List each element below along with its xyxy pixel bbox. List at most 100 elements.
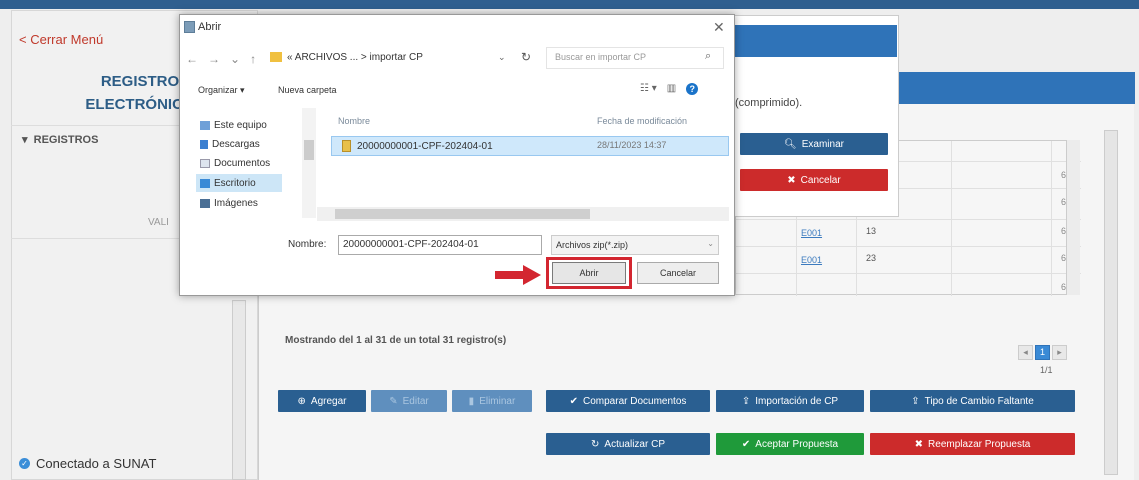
nav-item-label: Escritorio	[214, 177, 256, 189]
view-options-icon[interactable]: ☷ ▾	[640, 83, 657, 95]
forward-arrow-icon[interactable]: →	[208, 52, 220, 66]
file-list-header: Nombre Fecha de modificación	[330, 116, 730, 134]
reemplazar-propuesta-button[interactable]: ✖ Reemplazar Propuesta	[870, 433, 1075, 455]
dialog-app-icon	[184, 21, 195, 33]
organize-menu[interactable]: Organizar ▾	[198, 85, 245, 96]
examinar-label: Examinar	[801, 138, 844, 150]
modal-cancelar-label: Cancelar	[800, 174, 841, 186]
filename-input[interactable]: 20000000001-CPF-202404-01	[338, 235, 542, 255]
page-scrollbar[interactable]	[1104, 130, 1118, 475]
view-toolbar: ☷ ▾ ▥ ?	[640, 83, 699, 95]
column-fecha[interactable]: Fecha de modificación	[597, 116, 687, 126]
folder-icon	[270, 52, 282, 62]
column-nombre[interactable]: Nombre	[338, 116, 370, 126]
filename-label: Nombre:	[288, 239, 327, 250]
open-button-highlight	[546, 257, 632, 289]
sunat-status: ✓ Conectado a SUNAT	[19, 456, 156, 471]
row-code[interactable]: E001	[801, 228, 822, 238]
modal-cancelar-button[interactable]: ✖ Cancelar	[740, 169, 888, 191]
red-arrow-icon	[495, 265, 541, 285]
top-bar	[0, 0, 1139, 9]
table-row[interactable]: E001 13 6	[736, 219, 1081, 246]
download-icon	[200, 139, 208, 149]
left-scrollbar[interactable]	[232, 300, 246, 480]
check-icon: ✔	[569, 395, 578, 407]
nav-scroll-thumb[interactable]	[304, 140, 314, 160]
check-circle-icon: ✓	[19, 458, 30, 469]
desktop-icon	[200, 178, 210, 188]
agregar-button[interactable]: ⊕ Agregar	[278, 390, 366, 412]
actualizar-cp-button[interactable]: ↻ Actualizar CP	[546, 433, 710, 455]
nav-item-label: Imágenes	[214, 197, 258, 209]
new-folder-button[interactable]: Nueva carpeta	[278, 85, 337, 95]
navigation-pane: Este equipo Descargas Documentos Escrito…	[186, 108, 316, 218]
nav-item-este-equipo[interactable]: Este equipo	[200, 116, 300, 134]
file-row-selected[interactable]: 20000000001-CPF-202404-01 28/11/2023 14:…	[331, 136, 729, 156]
nav-item-descargas[interactable]: Descargas	[200, 135, 300, 153]
nav-scrollbar[interactable]	[302, 108, 316, 218]
importacion-label: Importación de CP	[755, 395, 839, 407]
pagination: ◂ 1 ▸	[1018, 345, 1067, 360]
agregar-label: Agregar	[310, 395, 347, 407]
records-count: Mostrando del 1 al 31 de un total 31 reg…	[285, 335, 507, 346]
tipo-cambio-faltante-button[interactable]: ⇪ Tipo de Cambio Faltante	[870, 390, 1075, 412]
page-info: 1/1	[1040, 365, 1053, 375]
plus-circle-icon: ⊕	[297, 395, 306, 407]
refresh-icon: ↻	[591, 438, 600, 450]
file-name: 20000000001-CPF-202404-01	[357, 140, 493, 152]
aceptar-propuesta-button[interactable]: ✔ Aceptar Propuesta	[716, 433, 864, 455]
editar-button[interactable]: ✎ Editar	[371, 390, 447, 412]
upload-icon: ⇪	[741, 395, 751, 407]
eliminar-button[interactable]: ▮ Eliminar	[452, 390, 532, 412]
prev-page-button[interactable]: ◂	[1018, 345, 1033, 360]
trash-icon: ▮	[468, 395, 475, 407]
nav-item-documentos[interactable]: Documentos	[200, 154, 300, 172]
up-arrow-icon[interactable]: ↑	[250, 52, 256, 66]
image-icon	[200, 198, 210, 208]
close-icon: ✖	[914, 438, 924, 450]
page-button-current[interactable]: 1	[1035, 345, 1050, 360]
hscroll-thumb[interactable]	[335, 209, 590, 219]
actualizar-label: Actualizar CP	[604, 438, 665, 450]
back-arrow-icon[interactable]: ←	[186, 52, 198, 66]
search-icon[interactable]: ⌕	[705, 50, 711, 63]
close-icon: ✖	[787, 174, 796, 186]
close-menu-link[interactable]: < Cerrar Menú	[19, 32, 103, 47]
chevron-down-icon[interactable]: ⌄	[498, 52, 506, 63]
registros-toggle[interactable]: ▾ REGISTROS	[22, 133, 98, 146]
preview-pane-icon[interactable]: ▥	[667, 83, 676, 95]
search-input[interactable]: Buscar en importar CP	[546, 47, 724, 69]
file-type-select[interactable]: Archivos zip(*.zip) ⌄	[551, 235, 719, 255]
importacion-cp-button[interactable]: ⇪ Importación de CP	[716, 390, 864, 412]
comparar-documentos-button[interactable]: ✔ Comparar Documentos	[546, 390, 710, 412]
help-icon[interactable]: ?	[686, 83, 699, 95]
next-page-button[interactable]: ▸	[1052, 345, 1067, 360]
close-icon[interactable]: ✕	[713, 19, 725, 36]
table-row[interactable]: E001 23 6	[736, 246, 1081, 273]
row-number: 13	[866, 226, 877, 236]
nav-item-escritorio[interactable]: Escritorio	[196, 174, 282, 192]
registros-label: REGISTROS	[33, 134, 99, 146]
upload-icon: ⇪	[911, 395, 920, 407]
nav-item-label: Este equipo	[214, 119, 267, 131]
examinar-button[interactable]: 🔍︎ Examinar	[740, 133, 888, 155]
grid-scrollbar[interactable]	[1066, 140, 1080, 295]
editar-label: Editar	[402, 395, 429, 407]
row-code[interactable]: E001	[801, 255, 822, 265]
dialog-cancel-button[interactable]: Cancelar	[637, 262, 719, 284]
aceptar-label: Aceptar Propuesta	[755, 438, 839, 450]
refresh-icon[interactable]: ↻	[521, 50, 531, 64]
comparar-label: Comparar Documentos	[583, 395, 687, 407]
reemplazar-label: Reemplazar Propuesta	[928, 438, 1031, 450]
computer-icon	[200, 120, 210, 130]
chevron-down-icon[interactable]: ⌄	[230, 52, 240, 66]
chevron-down-icon: ⌄	[707, 239, 714, 248]
dialog-title: Abrir	[198, 21, 222, 33]
nav-item-label: Documentos	[214, 157, 271, 169]
zip-file-icon	[342, 140, 351, 152]
table-row[interactable]: 6	[736, 273, 1081, 300]
nav-item-imagenes[interactable]: Imágenes	[200, 194, 300, 212]
file-type-label: Archivos zip(*.zip)	[556, 240, 629, 250]
address-bar[interactable]: « ARCHIVOS ... > importar CP ⌄	[270, 46, 540, 68]
document-icon	[200, 158, 210, 168]
